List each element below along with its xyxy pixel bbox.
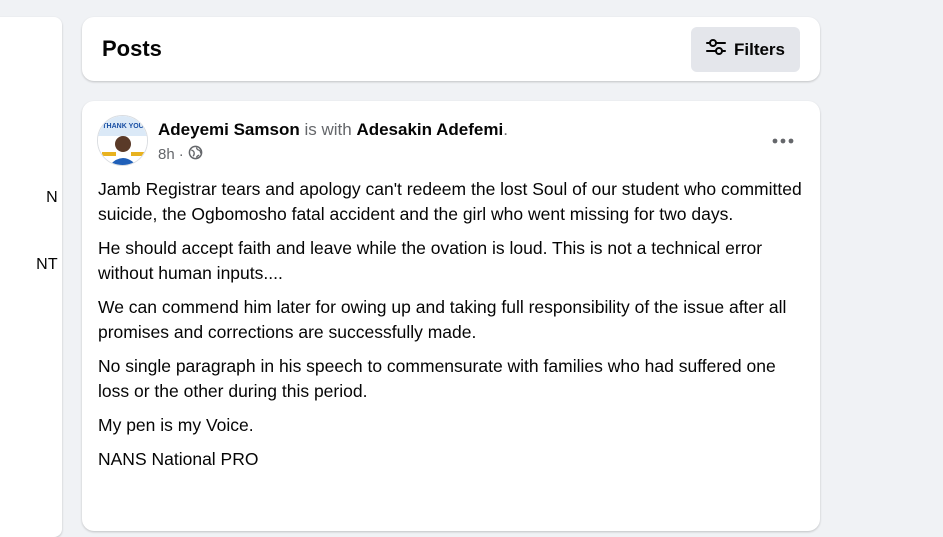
tagged-user-link[interactable]: Adesakin Adefemi: [356, 120, 503, 139]
more-horizontal-icon: [772, 131, 794, 149]
globe-icon[interactable]: [188, 145, 203, 164]
author-avatar[interactable]: THANK YOU: [97, 115, 148, 166]
post-paragraph: My pen is my Voice.: [98, 415, 254, 435]
left-sidebar-card: N NT: [0, 17, 62, 537]
filters-icon: [705, 39, 726, 60]
more-options-button[interactable]: [766, 123, 800, 157]
post-paragraph: He should accept faith and leave while t…: [98, 238, 763, 283]
post-body: Jamb Registrar tears and apology can't r…: [98, 177, 803, 481]
post-timestamp-row: 8h ·: [158, 145, 203, 164]
left-text-fragment: N: [46, 189, 58, 206]
posts-title: Posts: [102, 36, 162, 61]
post-header-text: Adeyemi Samson is with Adesakin Adefemi.: [158, 119, 508, 141]
avatar-text: THANK YOU: [102, 123, 143, 130]
filters-button[interactable]: Filters: [691, 27, 800, 72]
post-paragraph: We can commend him later for owing up an…: [98, 297, 787, 342]
filters-label: Filters: [733, 39, 786, 59]
post-paragraph: Jamb Registrar tears and apology can't r…: [98, 179, 802, 224]
avatar-image: THANK YOU: [98, 116, 147, 165]
post-paragraph: NANS National PRO: [98, 449, 259, 469]
header-period: .: [503, 120, 508, 139]
posts-header-card: Posts Filters: [82, 17, 820, 81]
post-card: THANK YOU Adeyemi Samson is with Adesaki…: [82, 101, 820, 531]
left-text-fragment: NT: [36, 256, 58, 273]
author-name-link[interactable]: Adeyemi Samson: [158, 120, 300, 139]
post-paragraph: No single paragraph in his speech to com…: [98, 356, 776, 401]
with-text: is with: [304, 120, 352, 139]
separator-dot: ·: [178, 146, 184, 163]
post-time-link[interactable]: 8h: [158, 146, 175, 163]
